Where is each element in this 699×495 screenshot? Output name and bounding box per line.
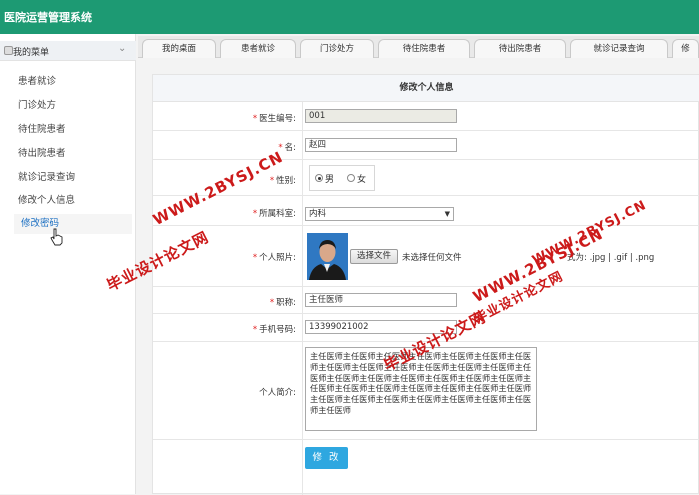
- required-mark: *: [252, 114, 258, 124]
- gender-label: 性别:: [276, 176, 296, 186]
- chevron-down-icon[interactable]: ⌄: [118, 43, 126, 54]
- sidebar-item-change-password[interactable]: 修改密码: [14, 214, 132, 234]
- sidebar: 我的菜单 ⌄ 患者就诊 门诊处方 待住院患者 待出院患者 就诊记录查询 修改个人…: [0, 34, 136, 494]
- sidebar-item-pending-discharge[interactable]: 待出院患者: [18, 144, 66, 164]
- app-title: 医院运营管理系统: [4, 11, 92, 24]
- doctor-photo: [307, 233, 348, 280]
- required-mark: *: [269, 176, 275, 186]
- gender-female-label[interactable]: 女: [357, 172, 366, 185]
- department-label: 所属科室:: [259, 209, 296, 219]
- sidebar-item-patient-visit[interactable]: 患者就诊: [18, 72, 56, 92]
- chevron-down-icon: ▼: [444, 210, 450, 218]
- required-mark: *: [252, 325, 258, 335]
- sidebar-item-prescription[interactable]: 门诊处方: [18, 96, 56, 116]
- profile-form: 修改个人信息 * 医生编号: 001 * 名: 赵四 * 性别: 男 女 * 所属科室:…: [152, 74, 699, 495]
- title-label: 职称:: [276, 298, 296, 308]
- tab-patient-visit[interactable]: 患者就诊: [220, 39, 296, 58]
- tab-pending-discharge[interactable]: 待出院患者: [474, 39, 566, 58]
- photo-label: 个人照片:: [259, 253, 296, 263]
- phone-label: 手机号码:: [259, 325, 296, 335]
- sidebar-item-pending-admission[interactable]: 待住院患者: [18, 120, 66, 140]
- row-name: * 名: 赵四: [153, 131, 699, 160]
- required-mark: *: [252, 253, 258, 263]
- department-value: 内科: [309, 209, 327, 219]
- title-field[interactable]: 主任医师: [305, 293, 457, 307]
- doctor-id-label: 医生编号:: [259, 114, 296, 124]
- tab-edit-profile[interactable]: 修: [672, 39, 699, 58]
- menu-header[interactable]: 我的菜单 ⌄: [0, 41, 136, 61]
- row-doctor-id: * 医生编号: 001: [153, 102, 699, 131]
- choose-file-button[interactable]: 选择文件: [350, 249, 398, 264]
- tab-prescription[interactable]: 门诊处方: [300, 39, 374, 58]
- gender-female-radio[interactable]: [347, 174, 355, 182]
- gender-male-radio[interactable]: [315, 174, 323, 182]
- menu-header-label: 我的菜单: [13, 48, 50, 58]
- required-mark: *: [252, 209, 258, 219]
- row-title: * 职称: 主任医师: [153, 287, 699, 314]
- hand-cursor-icon: [50, 228, 63, 246]
- tab-visit-records[interactable]: 就诊记录查询: [570, 39, 668, 58]
- name-label: 名:: [284, 143, 296, 153]
- file-status: 未选择任何文件: [402, 253, 462, 263]
- menu-icon: [4, 46, 13, 55]
- sidebar-item-visit-records[interactable]: 就诊记录查询: [18, 168, 75, 188]
- top-bar: 医院运营管理系统: [0, 0, 699, 34]
- tab-desktop[interactable]: 我的桌面: [142, 39, 216, 58]
- tab-bar: 我的桌面 患者就诊 门诊处方 待住院患者 待出院患者 就诊记录查询 修: [138, 36, 699, 58]
- sidebar-item-edit-profile[interactable]: 修改个人信息: [18, 191, 75, 211]
- gender-radio-group: 男 女: [309, 165, 375, 191]
- name-field[interactable]: 赵四: [305, 138, 457, 152]
- tab-pending-admission[interactable]: 待住院患者: [378, 39, 470, 58]
- gender-male-label[interactable]: 男: [325, 172, 334, 185]
- doctor-id-field: 001: [305, 109, 457, 123]
- bio-label: 个人简介:: [259, 388, 296, 398]
- form-title: 修改个人信息: [153, 75, 699, 102]
- submit-button[interactable]: 修 改: [305, 447, 348, 469]
- required-mark: *: [269, 298, 275, 308]
- department-select[interactable]: 内科 ▼: [305, 207, 454, 221]
